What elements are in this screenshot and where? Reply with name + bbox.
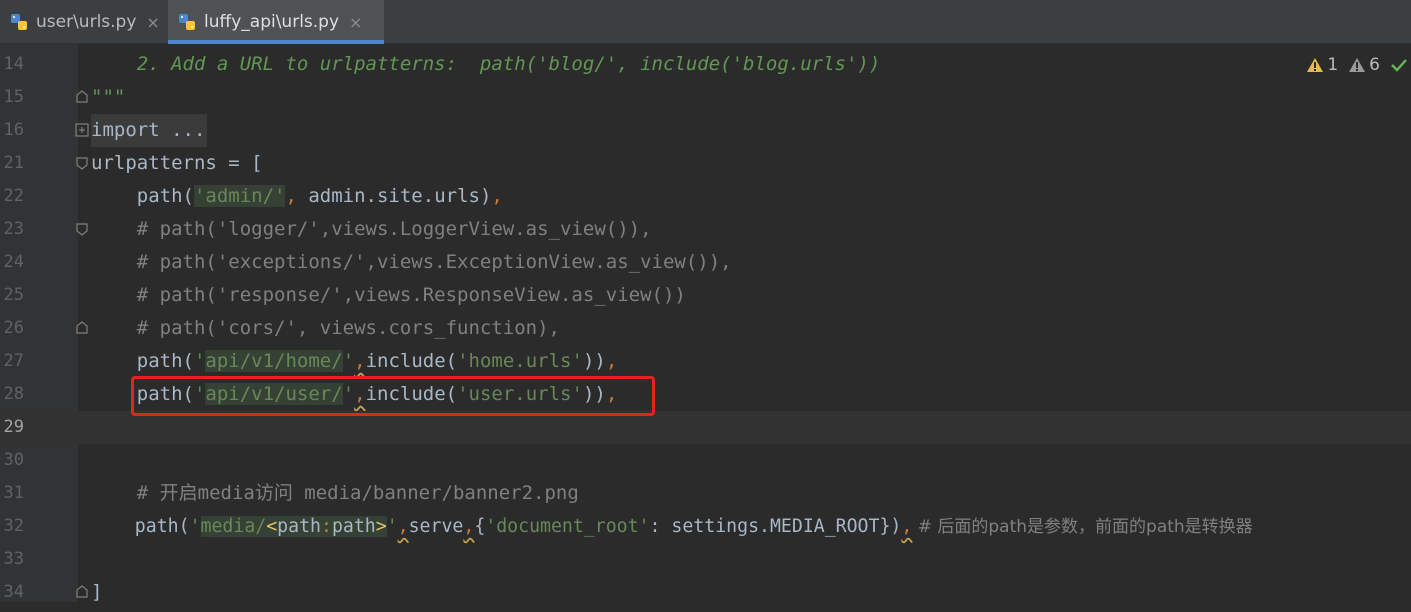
line-number: 29: [3, 417, 24, 437]
line-number: 21: [3, 153, 24, 173]
code-line[interactable]: 21 urlpatterns = [: [0, 147, 1411, 180]
code-comment: # path('exceptions/',views.ExceptionView…: [91, 251, 732, 273]
code-text: path('admin/', admin.site.urls),: [91, 185, 503, 207]
line-number: 14: [3, 54, 24, 74]
inspection-widget[interactable]: 1 6: [1306, 53, 1411, 77]
fold-end-icon[interactable]: [75, 585, 89, 599]
code-line[interactable]: 16 import ...: [0, 114, 1411, 147]
horizontal-scrollbar[interactable]: [0, 602, 1411, 612]
code-text: import ...: [91, 114, 208, 147]
code-text: path('media/<path:path>',serve,{'documen…: [91, 516, 1253, 537]
python-file-icon: [10, 13, 28, 31]
line-number: 23: [3, 219, 24, 239]
check-icon[interactable]: [1390, 57, 1411, 73]
line-number: 15: [3, 87, 24, 107]
fold-collapse-icon[interactable]: [75, 156, 89, 170]
line-number: 24: [3, 252, 24, 272]
fold-expand-icon[interactable]: [75, 123, 89, 137]
line-number: 33: [3, 549, 24, 569]
code-line[interactable]: 25 # path('response/',views.ResponseView…: [0, 279, 1411, 312]
code-comment: # path('logger/',views.LoggerView.as_vie…: [91, 218, 652, 240]
python-file-icon: [178, 13, 196, 31]
code-comment: # path('cors/', views.cors_function),: [91, 317, 560, 339]
fold-collapse-icon[interactable]: [75, 222, 89, 236]
fold-end-icon[interactable]: [75, 90, 89, 104]
close-icon[interactable]: ×: [349, 13, 362, 32]
warning-count[interactable]: 6: [1348, 55, 1380, 75]
code-line[interactable]: 32 path('media/<path:path>',serve,{'docu…: [0, 510, 1411, 543]
code-text: urlpatterns = [: [91, 152, 263, 174]
code-line[interactable]: 33: [0, 543, 1411, 576]
tab-label: user\urls.py: [36, 12, 137, 32]
line-number: 27: [3, 351, 24, 371]
line-number: 26: [3, 318, 24, 338]
weak-warning-icon: [1349, 58, 1366, 72]
line-number: 16: [3, 120, 24, 140]
code-line[interactable]: 30: [0, 444, 1411, 477]
line-number: 31: [3, 483, 24, 503]
close-icon[interactable]: ×: [146, 13, 159, 32]
code-line[interactable]: 26 # path('cors/', views.cors_function),: [0, 312, 1411, 345]
line-number: 22: [3, 186, 24, 206]
tab-luffy-api-urls[interactable]: luffy_api\urls.py ×: [168, 0, 384, 44]
highlight-annotation-box: [131, 376, 655, 416]
code-comment: # 开启media访问 media/banner/banner2.png: [91, 482, 579, 504]
warning-count-label: 6: [1369, 55, 1380, 75]
code-text: """: [91, 86, 126, 108]
code-line[interactable]: 22 path('admin/', admin.site.urls),: [0, 180, 1411, 213]
code-line[interactable]: 31 # 开启media访问 media/banner/banner2.png: [0, 477, 1411, 510]
code-comment: # path('response/',views.ResponseView.as…: [91, 284, 686, 306]
tab-user-urls[interactable]: user\urls.py ×: [0, 0, 168, 44]
code-editor[interactable]: 14 2. Add a URL to urlpatterns: path('bl…: [0, 44, 1411, 612]
code-line[interactable]: 14 2. Add a URL to urlpatterns: path('bl…: [0, 48, 1411, 81]
fold-end-icon[interactable]: [75, 321, 89, 335]
line-number: 32: [3, 516, 24, 536]
code-line[interactable]: 15 """: [0, 81, 1411, 114]
tab-label: luffy_api\urls.py: [204, 12, 340, 32]
code-line[interactable]: 24 # path('exceptions/',views.ExceptionV…: [0, 246, 1411, 279]
code-text: path('api/v1/home/',include('home.urls')…: [91, 350, 618, 372]
warning-triangle-icon: [1307, 58, 1324, 72]
editor-tab-bar: user\urls.py × luffy_api\urls.py ×: [0, 0, 1411, 44]
code-text: 2. Add a URL to urlpatterns: path('blog/…: [91, 53, 881, 75]
ide-window: user\urls.py × luffy_api\urls.py × 14 2.…: [0, 0, 1411, 612]
line-number: 30: [3, 450, 24, 470]
line-number: 25: [3, 285, 24, 305]
error-count[interactable]: 1: [1306, 55, 1338, 75]
error-count-label: 1: [1327, 55, 1339, 75]
code-line[interactable]: 23 # path('logger/',views.LoggerView.as_…: [0, 213, 1411, 246]
code-line[interactable]: 27 path('api/v1/home/',include('home.url…: [0, 345, 1411, 378]
line-number: 28: [3, 384, 24, 404]
